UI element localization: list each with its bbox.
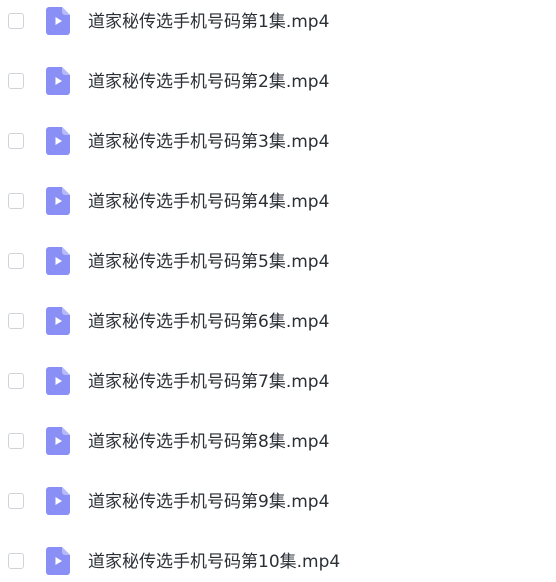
video-file-icon: [46, 127, 70, 155]
row-checkbox[interactable]: [8, 13, 24, 29]
file-name[interactable]: 道家秘传选手机号码第2集.mp4: [88, 71, 329, 93]
file-name[interactable]: 道家秘传选手机号码第8集.mp4: [88, 431, 329, 453]
row-checkbox[interactable]: [8, 313, 24, 329]
file-row[interactable]: 道家秘传选手机号码第9集.mp4: [0, 482, 556, 522]
file-name[interactable]: 道家秘传选手机号码第7集.mp4: [88, 371, 329, 393]
row-checkbox[interactable]: [8, 133, 24, 149]
row-checkbox[interactable]: [8, 493, 24, 509]
video-file-icon: [46, 247, 70, 275]
video-file-icon: [46, 367, 70, 395]
file-row[interactable]: 道家秘传选手机号码第4集.mp4: [0, 182, 556, 222]
file-name[interactable]: 道家秘传选手机号码第3集.mp4: [88, 131, 329, 153]
file-name[interactable]: 道家秘传选手机号码第6集.mp4: [88, 311, 329, 333]
file-row[interactable]: 道家秘传选手机号码第5集.mp4: [0, 242, 556, 282]
row-checkbox[interactable]: [8, 73, 24, 89]
file-row[interactable]: 道家秘传选手机号码第10集.mp4: [0, 542, 556, 582]
row-checkbox[interactable]: [8, 553, 24, 569]
video-file-icon: [46, 307, 70, 335]
file-row[interactable]: 道家秘传选手机号码第8集.mp4: [0, 422, 556, 462]
file-name[interactable]: 道家秘传选手机号码第5集.mp4: [88, 251, 329, 273]
file-row[interactable]: 道家秘传选手机号码第7集.mp4: [0, 362, 556, 402]
row-checkbox[interactable]: [8, 193, 24, 209]
file-name[interactable]: 道家秘传选手机号码第4集.mp4: [88, 191, 329, 213]
file-row[interactable]: 道家秘传选手机号码第6集.mp4: [0, 302, 556, 342]
video-file-icon: [46, 187, 70, 215]
file-name[interactable]: 道家秘传选手机号码第9集.mp4: [88, 491, 329, 513]
file-row[interactable]: 道家秘传选手机号码第3集.mp4: [0, 122, 556, 162]
row-checkbox[interactable]: [8, 433, 24, 449]
row-checkbox[interactable]: [8, 373, 24, 389]
video-file-icon: [46, 7, 70, 35]
file-row[interactable]: 道家秘传选手机号码第2集.mp4: [0, 62, 556, 102]
video-file-icon: [46, 547, 70, 575]
video-file-icon: [46, 427, 70, 455]
video-file-icon: [46, 67, 70, 95]
video-file-icon: [46, 487, 70, 515]
file-row[interactable]: 道家秘传选手机号码第1集.mp4: [0, 2, 556, 42]
row-checkbox[interactable]: [8, 253, 24, 269]
file-name[interactable]: 道家秘传选手机号码第10集.mp4: [88, 551, 340, 573]
file-name[interactable]: 道家秘传选手机号码第1集.mp4: [88, 11, 329, 33]
